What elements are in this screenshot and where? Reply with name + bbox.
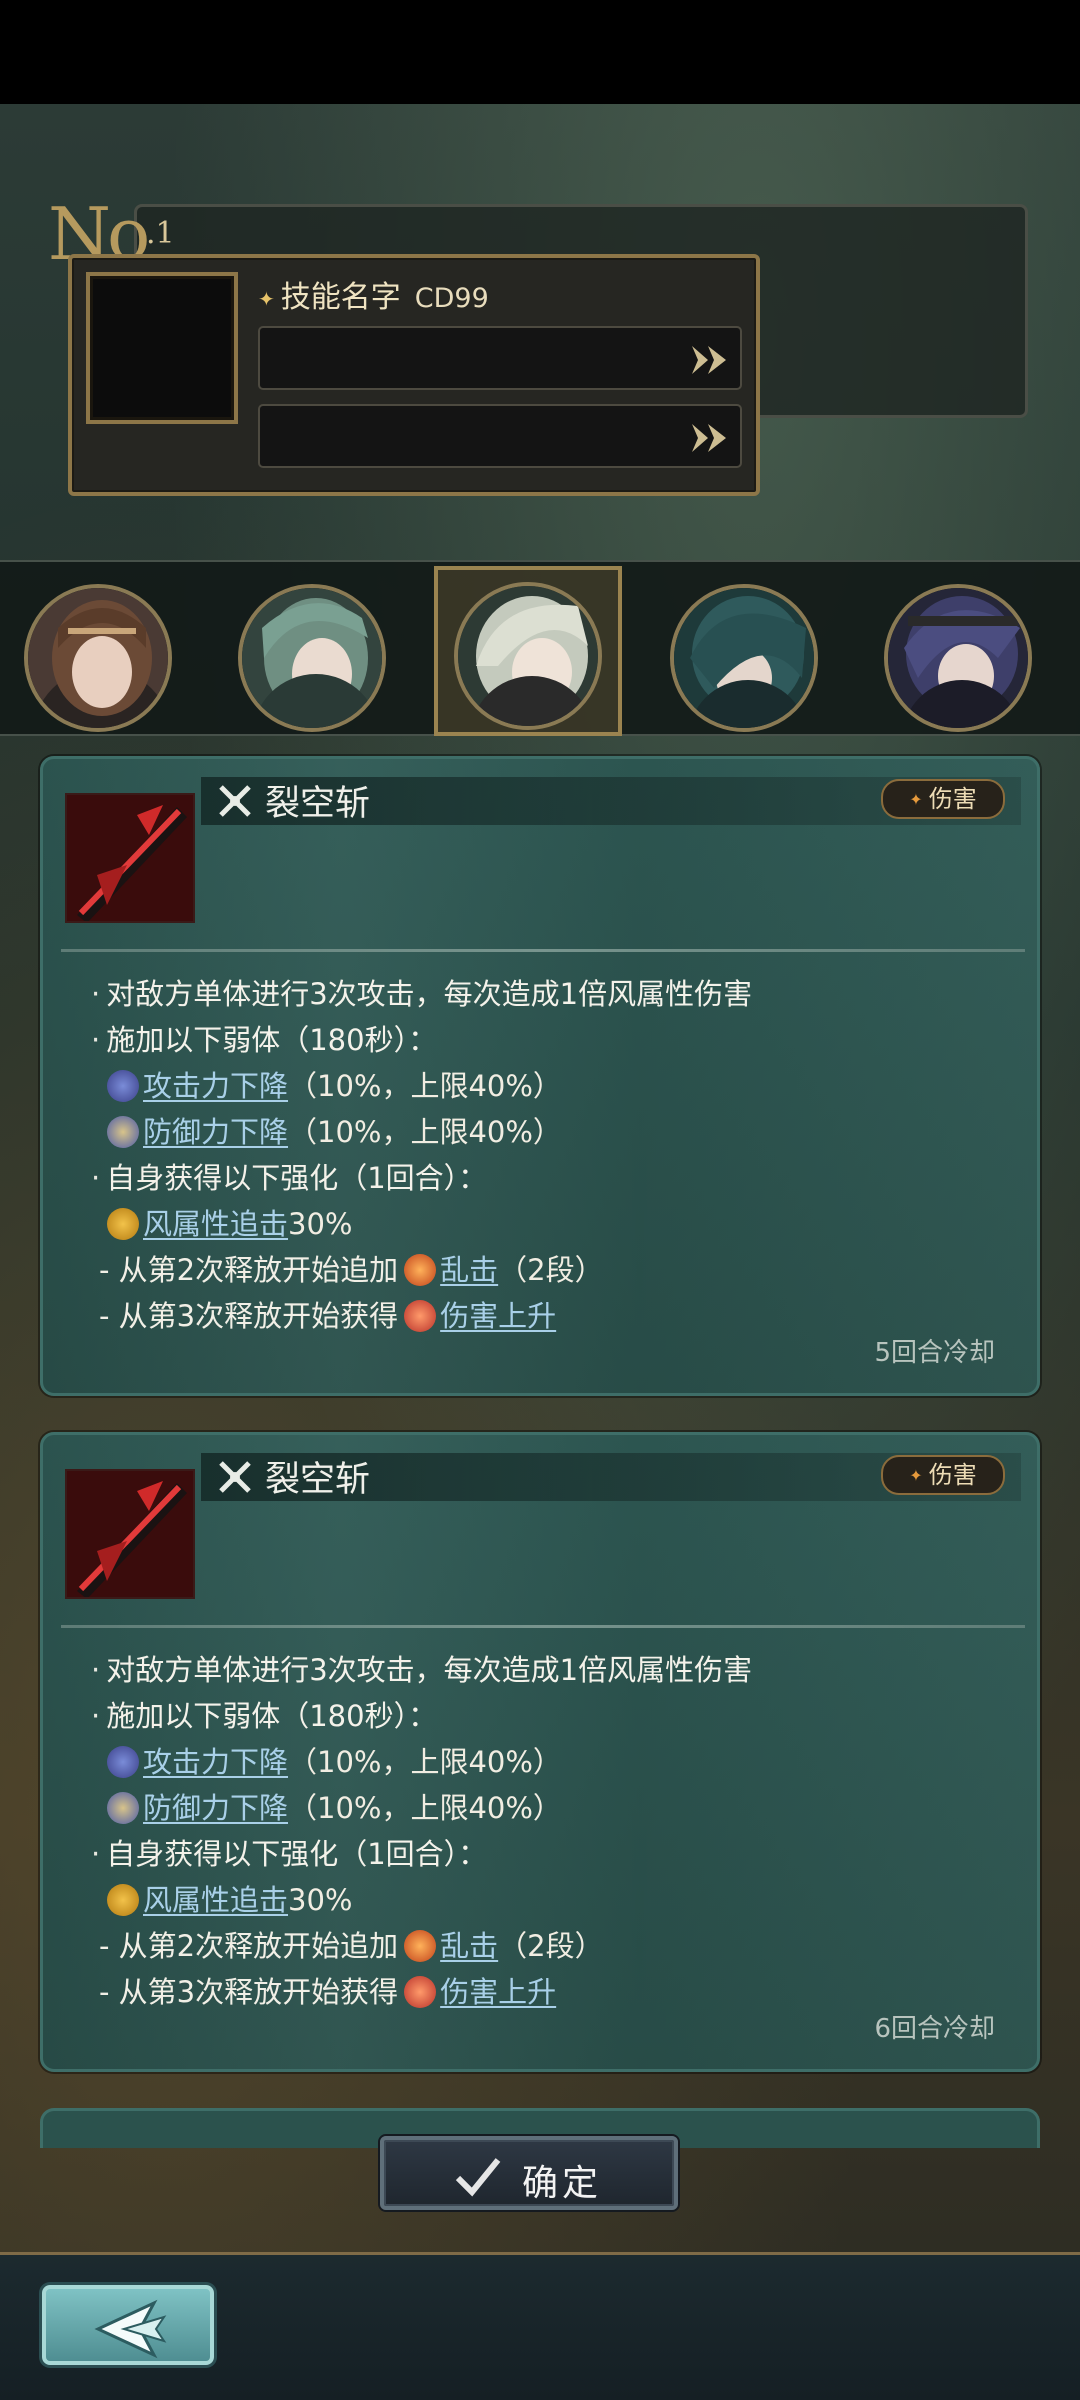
status-bar — [0, 0, 1080, 104]
effect-line: · 自身获得以下强化（1回合）： — [91, 1837, 488, 1871]
debuff-link[interactable]: 攻击力下降 — [143, 1745, 288, 1779]
combo-hit-icon — [404, 1930, 437, 1962]
skill-name: 技能名字 — [280, 280, 401, 315]
double-arrow-icon — [692, 424, 726, 452]
cooldown-text: 6回合冷却 — [874, 2014, 995, 2044]
skill-type-badge: ✦ 伤害 — [881, 779, 1005, 819]
bottom-bar — [0, 2252, 1080, 2400]
back-button[interactable] — [42, 2285, 214, 2365]
character-avatar-5[interactable] — [884, 584, 1032, 732]
debuff-line: 攻击力下降（10%，上限40%） — [107, 1063, 562, 1105]
cooldown-text: 5回合冷却 — [874, 1338, 995, 1368]
skill-title: ✦ 技能名字 CD99 — [258, 272, 489, 316]
shield-debuff-icon — [107, 1116, 139, 1148]
skill-icon — [65, 1469, 195, 1599]
bonus-line: - 从第3次释放开始获得 伤害上升 — [99, 1975, 557, 2009]
buff-link[interactable]: 风属性追击 — [143, 1883, 288, 1917]
crossed-swords-icon — [219, 785, 251, 817]
character-avatar-1[interactable] — [24, 584, 172, 732]
debuff-link[interactable]: 防御力下降 — [143, 1115, 288, 1149]
effect-line: · 自身获得以下强化（1回合）： — [91, 1161, 488, 1195]
combo-hit-icon — [404, 1254, 437, 1286]
skill-icon-slot[interactable] — [86, 272, 238, 424]
confirm-label: 确定 — [522, 2163, 603, 2204]
skill-slot-2[interactable] — [258, 404, 742, 468]
effect-line: · 对敌方单体进行3次攻击，每次造成1倍风属性伤害 — [91, 1653, 753, 1687]
shield-debuff-icon — [107, 1792, 139, 1824]
buff-link[interactable]: 风属性追击 — [143, 1207, 288, 1241]
skill-card-2[interactable]: 裂空斩 ✦ 伤害 · 对敌方单体进行3次攻击，每次造成1倍风属性伤害 · 施加以下弱体… — [40, 1432, 1040, 2072]
buff-link[interactable]: 伤害上升 — [440, 1975, 556, 2009]
slot-number: .1 — [146, 216, 175, 251]
debuff-link[interactable]: 攻击力下降 — [143, 1069, 288, 1103]
buff-link[interactable]: 乱击 — [440, 1253, 498, 1287]
wind-chase-icon — [107, 1208, 139, 1240]
character-avatar-3-selected[interactable] — [454, 582, 602, 730]
bonus-line: - 从第2次释放开始追加 乱击（2段） — [99, 1929, 604, 1963]
character-avatar-2[interactable] — [238, 584, 386, 732]
debuff-line: 防御力下降（10%，上限40%） — [107, 1785, 562, 1827]
sword-debuff-icon — [107, 1070, 139, 1102]
character-avatar-4[interactable] — [670, 584, 818, 732]
sword-debuff-icon — [107, 1746, 139, 1778]
checkmark-icon — [455, 2158, 501, 2197]
effect-line: · 施加以下弱体（180秒）： — [91, 1699, 438, 1733]
confirm-button[interactable]: 确定 — [380, 2136, 678, 2210]
wind-chase-icon — [107, 1884, 139, 1916]
effect-line: · 对敌方单体进行3次攻击，每次造成1倍风属性伤害 — [91, 977, 753, 1011]
debuff-line: 防御力下降（10%，上限40%） — [107, 1109, 562, 1151]
skill-type-badge: ✦ 伤害 — [881, 1455, 1005, 1495]
buff-link[interactable]: 伤害上升 — [440, 1299, 556, 1333]
divider — [61, 949, 1025, 952]
skill-name: 裂空斩 — [265, 784, 371, 824]
bonus-line: - 从第2次释放开始追加 乱击（2段） — [99, 1253, 604, 1287]
back-arrow-icon — [94, 2299, 167, 2359]
bonus-line: - 从第3次释放开始获得 伤害上升 — [99, 1299, 557, 1333]
buff-line: 风属性追击30% — [107, 1877, 352, 1919]
diamond-icon: ✦ — [909, 790, 923, 809]
skill-name: 裂空斩 — [265, 1460, 371, 1500]
damage-up-icon — [404, 1976, 437, 2008]
skill-cooldown: CD99 — [414, 283, 489, 314]
skill-slot-1[interactable] — [258, 326, 742, 390]
skill-card-1[interactable]: 裂空斩 ✦ 伤害 · 对敌方单体进行3次攻击，每次造成1倍风属性伤害 · 施加以下弱体… — [40, 756, 1040, 1396]
crossed-swords-icon — [219, 1461, 251, 1493]
divider — [61, 1625, 1025, 1628]
character-selector — [0, 560, 1080, 736]
effect-line: · 施加以下弱体（180秒）： — [91, 1023, 438, 1057]
diamond-icon: ✦ — [909, 1466, 923, 1485]
debuff-line: 攻击力下降（10%，上限40%） — [107, 1739, 562, 1781]
buff-link[interactable]: 乱击 — [440, 1929, 498, 1963]
skill-icon — [65, 793, 195, 923]
damage-up-icon — [404, 1300, 437, 1332]
star-icon: ✦ — [258, 286, 275, 311]
buff-line: 风属性追击30% — [107, 1201, 352, 1243]
debuff-link[interactable]: 防御力下降 — [143, 1791, 288, 1825]
double-arrow-icon — [692, 346, 726, 374]
